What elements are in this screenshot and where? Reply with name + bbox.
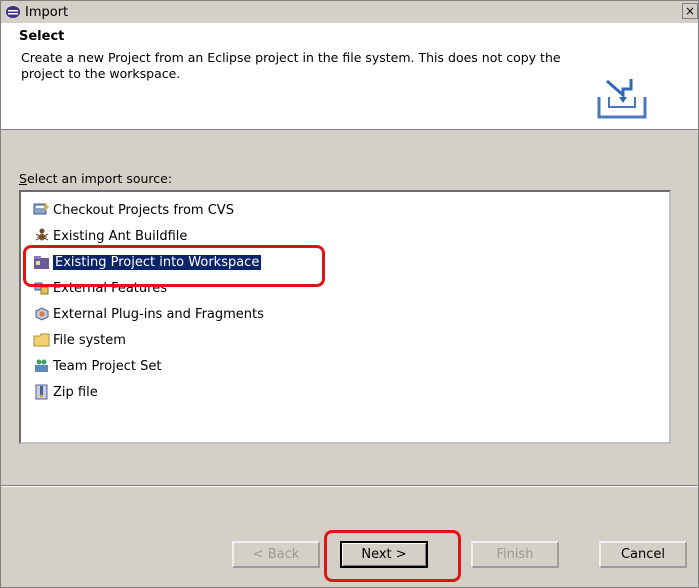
zip-icon (35, 384, 48, 400)
eclipse-icon (5, 5, 21, 19)
window-title: Import (25, 4, 69, 20)
ant-icon (35, 228, 49, 241)
list-item-team-project-set[interactable]: Team Project Set (33, 356, 161, 376)
cancel-button[interactable]: Cancel (599, 541, 687, 568)
import-dialog: Import × Select Create a new Project fro… (0, 0, 699, 588)
list-item-external-plugins[interactable]: External Plug-ins and Fragments (33, 304, 264, 324)
list-item-cvs[interactable]: Checkout Projects from CVS (33, 200, 234, 220)
wizard-banner: Select Create a new Project from an Ecli… (1, 23, 698, 130)
team-icon (35, 359, 48, 372)
import-source-list[interactable]: Checkout Projects from CVS Existing Ant … (19, 190, 671, 444)
list-item-file-system[interactable]: File system (33, 330, 126, 350)
finish-button[interactable]: Finish (471, 541, 559, 568)
next-button[interactable]: Next > (340, 541, 428, 568)
cvs-icon (33, 203, 49, 215)
feature-icon (34, 282, 49, 295)
list-item-ant[interactable]: Existing Ant Buildfile (33, 226, 187, 246)
page-description: Create a new Project from an Eclipse pro… (21, 50, 561, 81)
close-button[interactable]: × (682, 3, 698, 19)
back-button[interactable]: < Back (232, 541, 320, 568)
title-bar[interactable]: Import × (1, 1, 698, 23)
plugin-icon (35, 307, 49, 321)
list-item-zip-file[interactable]: Zip file (33, 382, 98, 402)
list-item-existing-project[interactable]: Existing Project into Workspace (33, 252, 262, 272)
folder-icon (33, 333, 50, 347)
list-item-external-features[interactable]: External Features (33, 278, 167, 298)
button-bar (1, 487, 698, 587)
project-icon (34, 256, 49, 269)
import-wizard-icon (597, 79, 647, 119)
source-label: Select an import source: (19, 171, 173, 186)
page-title: Select (19, 29, 65, 44)
